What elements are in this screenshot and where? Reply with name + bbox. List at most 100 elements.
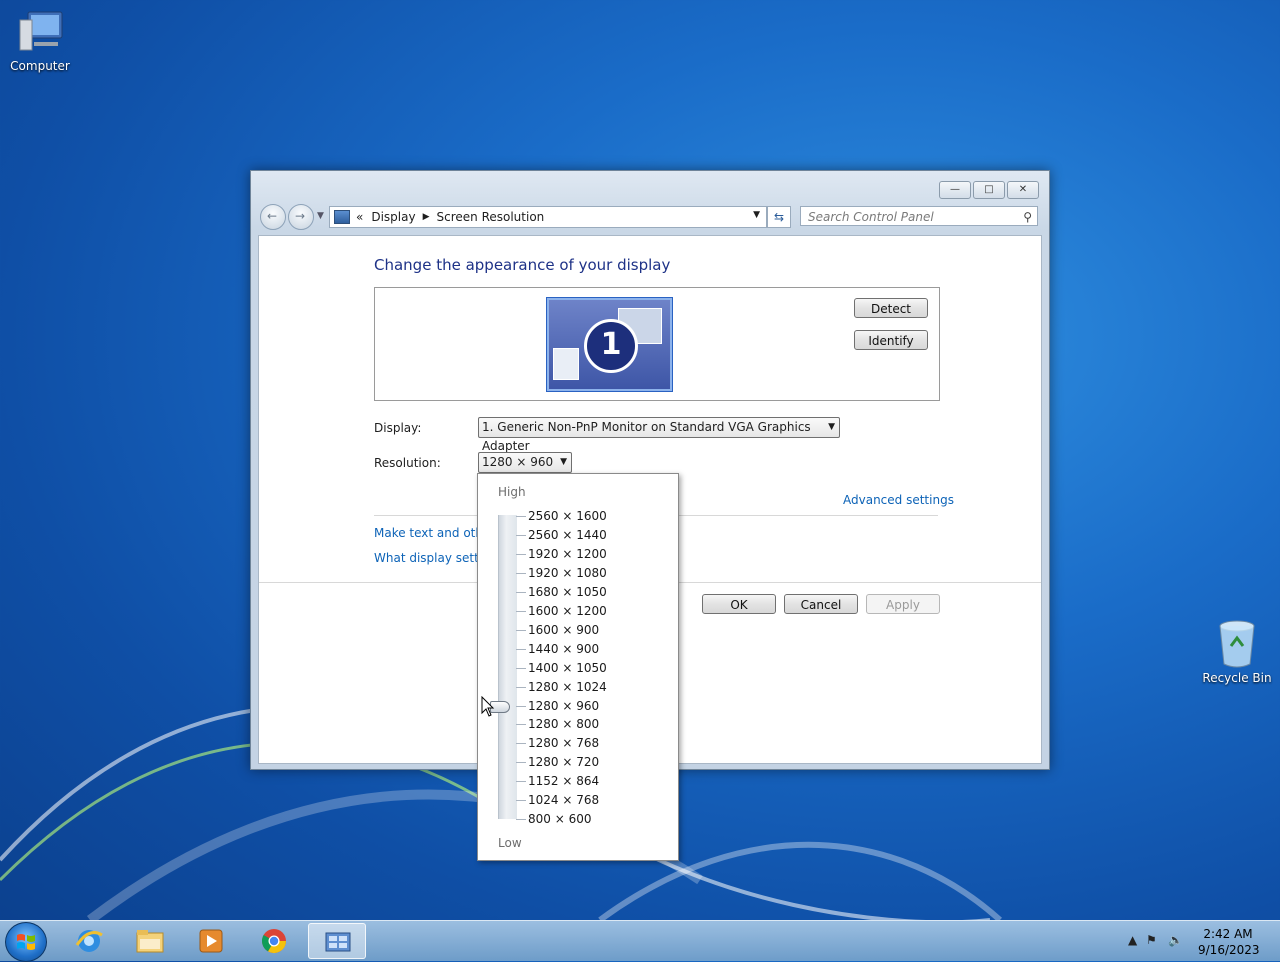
advanced-settings-link[interactable]: Advanced settings [843, 493, 954, 507]
taskbar-chrome[interactable] [245, 923, 303, 959]
resolution-option[interactable]: 1920 × 1080 [528, 566, 607, 580]
internet-explorer-icon [75, 930, 103, 952]
display-select-value: 1. Generic Non-PnP Monitor on Standard V… [482, 420, 811, 453]
resolution-option[interactable]: 1920 × 1200 [528, 547, 607, 561]
taskbar-file-explorer[interactable] [121, 923, 179, 959]
slider-tick [516, 591, 526, 593]
recent-pages-chevron-down-icon[interactable]: ▼ [317, 211, 324, 221]
taskbar: ▲ ⚑ 🔈 2:42 AM 9/16/2023 [0, 920, 1280, 962]
slider-tick [516, 572, 526, 574]
resolution-option[interactable]: 1280 × 1024 [528, 680, 607, 694]
forward-button[interactable]: → [288, 204, 314, 230]
maximize-button[interactable]: □ [973, 181, 1005, 199]
resolution-option[interactable]: 1280 × 720 [528, 755, 599, 769]
slider-tick [516, 648, 526, 650]
search-placeholder: Search Control Panel [808, 210, 934, 224]
resolution-option[interactable]: 1152 × 864 [528, 774, 599, 788]
breadcrumb-display[interactable]: Display [371, 210, 415, 224]
resolution-option[interactable]: 1600 × 900 [528, 623, 599, 637]
desktop-icon-computer[interactable]: Computer [0, 8, 80, 73]
resolution-option[interactable]: 1600 × 1200 [528, 604, 607, 618]
chevron-down-icon: ▼ [560, 457, 567, 467]
clock[interactable]: 2:42 AM 9/16/2023 [1198, 926, 1260, 958]
resolution-slider-track[interactable] [498, 515, 517, 819]
resolution-option[interactable]: 800 × 600 [528, 812, 592, 826]
apply-button[interactable]: Apply [866, 594, 940, 614]
windows-logo-icon [17, 934, 35, 950]
slider-tick [516, 705, 526, 707]
resolution-select-value: 1280 × 960 [482, 455, 554, 469]
document-thumbnail-icon [553, 348, 579, 380]
clock-date: 9/16/2023 [1198, 943, 1260, 957]
file-explorer-icon [136, 930, 164, 953]
resolution-label: Resolution: [374, 456, 441, 470]
recycle-bin-icon [1219, 620, 1255, 668]
resolution-option[interactable]: 1280 × 768 [528, 736, 599, 750]
resolution-option[interactable]: 1440 × 900 [528, 642, 599, 656]
control-panel-icon [325, 932, 351, 952]
close-button[interactable]: ✕ [1007, 181, 1039, 199]
resolution-select[interactable]: 1280 × 960 ▼ [478, 452, 572, 473]
monitor-number: 1 [584, 319, 638, 373]
monitor-preview-area: 1 Detect Identify [374, 287, 940, 401]
clock-time: 2:42 AM [1203, 927, 1253, 941]
chrome-icon [261, 929, 286, 954]
low-label: Low [498, 836, 522, 850]
mouse-cursor-icon [481, 696, 495, 717]
slider-tick [516, 781, 526, 783]
high-label: High [498, 485, 526, 499]
slider-tick [516, 629, 526, 631]
refresh-icon: ⇆ [773, 210, 785, 224]
cancel-button[interactable]: Cancel [784, 594, 858, 614]
resolution-option[interactable]: 2560 × 1440 [528, 528, 607, 542]
back-arrow-icon: ← [267, 209, 278, 223]
window-controls: — □ ✕ [939, 181, 1039, 199]
taskbar-media-player[interactable] [182, 923, 240, 959]
chevron-down-icon: ▼ [828, 422, 835, 432]
search-input[interactable]: Search Control Panel ⚲ [800, 206, 1038, 226]
slider-tick [516, 686, 526, 688]
resolution-option[interactable]: 1024 × 768 [528, 793, 599, 807]
identify-button[interactable]: Identify [854, 330, 928, 350]
slider-tick [516, 553, 526, 555]
control-panel-icon [334, 210, 350, 224]
volume-muted-icon[interactable]: 🔈 [1168, 933, 1183, 947]
page-title: Change the appearance of your display [374, 256, 671, 274]
minimize-button[interactable]: — [939, 181, 971, 199]
resolution-option[interactable]: 1280 × 960 [528, 699, 599, 713]
action-center-flag-icon[interactable]: ⚑ [1146, 933, 1157, 947]
display-select[interactable]: 1. Generic Non-PnP Monitor on Standard V… [478, 417, 840, 453]
start-button[interactable] [5, 922, 47, 962]
resolution-option[interactable]: 1400 × 1050 [528, 661, 607, 675]
address-dropdown-chevron-down-icon[interactable]: ▼ [753, 210, 760, 220]
detect-button[interactable]: Detect [854, 298, 928, 318]
resolution-option[interactable]: 2560 × 1600 [528, 509, 607, 523]
ok-button[interactable]: OK [702, 594, 776, 614]
taskbar-internet-explorer[interactable] [60, 923, 118, 959]
monitor-1-thumbnail[interactable]: 1 [546, 297, 673, 392]
display-label: Display: [374, 421, 422, 435]
system-tray: ▲ ⚑ 🔈 2:42 AM 9/16/2023 [1110, 921, 1280, 961]
slider-tick [516, 819, 526, 821]
back-button[interactable]: ← [260, 204, 286, 230]
slider-tick [516, 800, 526, 802]
desktop-icon-recycle-bin[interactable]: Recycle Bin [1197, 618, 1277, 685]
breadcrumb-separator-icon[interactable]: ▶ [423, 212, 430, 222]
search-icon[interactable]: ⚲ [1023, 207, 1032, 227]
slider-tick [516, 743, 526, 745]
breadcrumb-screen-resolution[interactable]: Screen Resolution [437, 210, 545, 224]
taskbar-control-panel[interactable] [308, 923, 366, 959]
resolution-option[interactable]: 1680 × 1050 [528, 585, 607, 599]
slider-tick [516, 610, 526, 612]
resolution-option[interactable]: 1280 × 800 [528, 717, 599, 731]
breadcrumb-overflow[interactable]: « [356, 210, 363, 224]
show-hidden-icons-chevron-up-icon[interactable]: ▲ [1128, 933, 1137, 947]
forward-arrow-icon: → [295, 209, 306, 223]
refresh-button[interactable]: ⇆ [767, 206, 791, 228]
make-text-larger-link[interactable]: Make text and other [374, 526, 479, 540]
slider-tick [516, 762, 526, 764]
slider-tick [516, 724, 526, 726]
display-settings-help-link[interactable]: What display setting [374, 551, 479, 565]
address-bar[interactable]: « Display ▶ Screen Resolution ▼ [329, 206, 767, 228]
slider-tick [516, 667, 526, 669]
